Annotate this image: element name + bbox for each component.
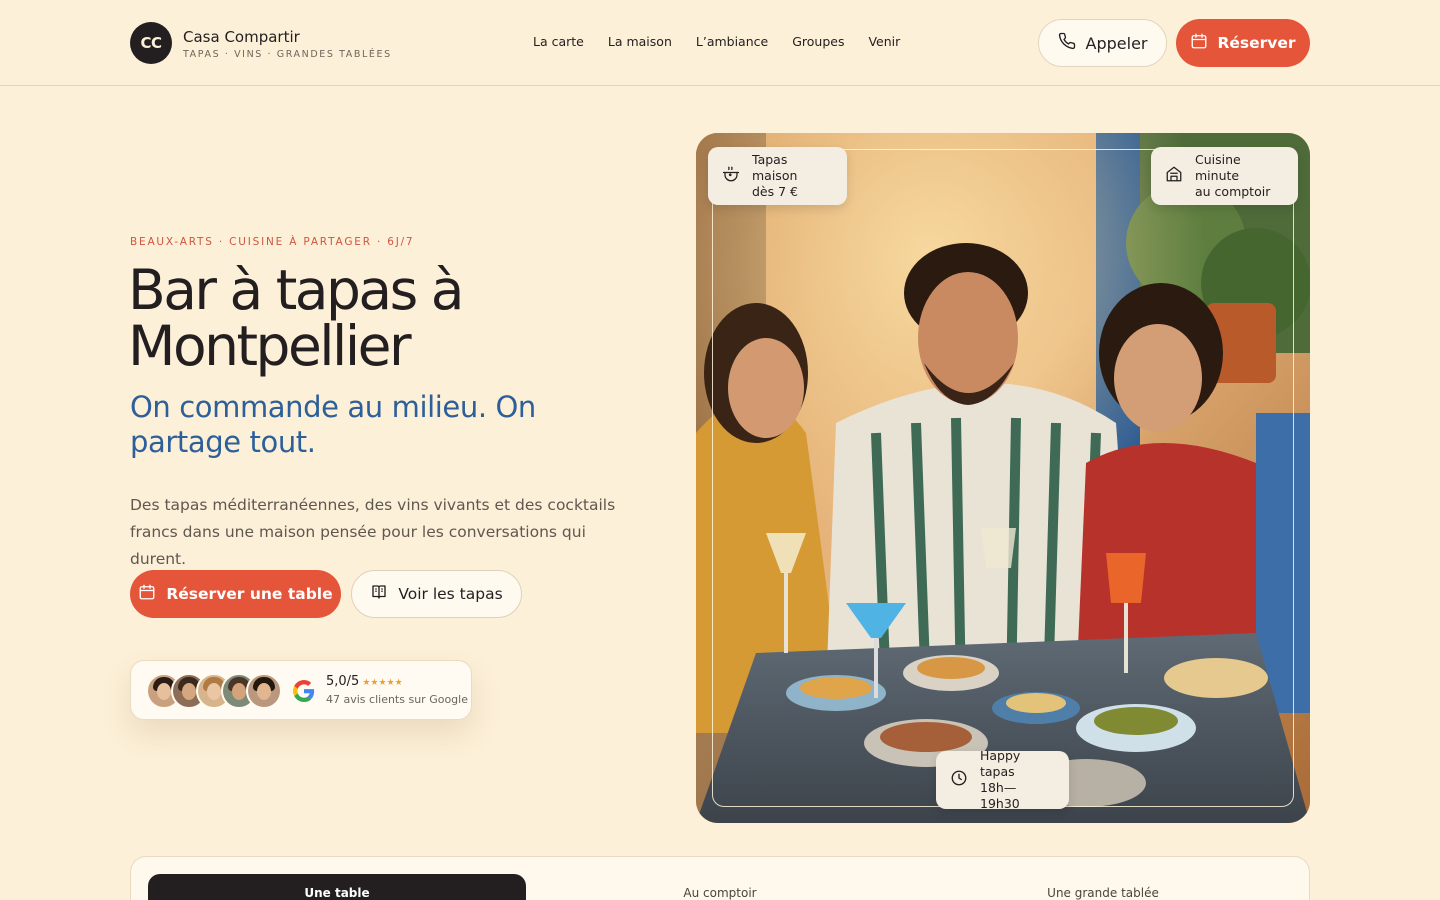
call-button[interactable]: Appeler — [1038, 19, 1167, 67]
menu-book-icon — [370, 583, 388, 605]
badge-tapas-price: Tapas maison dès 7 € — [708, 147, 847, 205]
book-button-label: Réserver — [1217, 34, 1296, 52]
hero-title: Bar à tapas à Montpellier — [128, 262, 598, 374]
badge-happy-hour-text: Happy tapas 18h—19h30 — [980, 748, 1055, 812]
book-button[interactable]: Réserver — [1176, 19, 1310, 67]
badge-line-1: Happy tapas — [980, 748, 1021, 779]
rating-score: 5,0/5 — [326, 674, 360, 689]
view-tapas-label: Voir les tapas — [398, 585, 503, 603]
reserve-table-label: Réserver une table — [166, 585, 333, 603]
calendar-icon — [1190, 32, 1208, 54]
nav-link-ambiance[interactable]: L’ambiance — [696, 34, 768, 49]
badge-line-1: Cuisine minute — [1195, 152, 1241, 183]
tab-au-comptoir[interactable]: Au comptoir — [531, 874, 909, 900]
site-header: CC Casa Compartir TAPAS · VINS · GRANDES… — [0, 0, 1440, 86]
clock-icon — [950, 769, 968, 791]
rating-count: 47 avis clients sur Google — [326, 693, 468, 706]
nav-link-venir[interactable]: Venir — [868, 34, 900, 49]
rating-stars: ★★★★★ — [362, 678, 403, 688]
nav-link-maison[interactable]: La maison — [608, 34, 672, 49]
hero-photo: Tapas maison dès 7 € Cuisine minute au c… — [696, 133, 1310, 823]
booking-type-tabs: Une table Au comptoir Une grande tablée — [130, 856, 1310, 900]
cooking-pot-icon — [722, 165, 740, 187]
google-icon — [293, 680, 315, 706]
hero-description: Des tapas méditerranéennes, des vins viv… — [130, 496, 616, 568]
nav-link-carte[interactable]: La carte — [533, 34, 584, 49]
badge-line-1: Tapas maison — [752, 152, 798, 183]
brand-tagline: TAPAS · VINS · GRANDES TABLÉES — [183, 48, 392, 60]
google-reviews-card[interactable]: 5,0/5 ★★★★★ 47 avis clients sur Google — [130, 660, 472, 720]
nav-link-groupes[interactable]: Groupes — [792, 34, 844, 49]
tab-grande-tablee[interactable]: Une grande tablée — [914, 874, 1292, 900]
hero-subtitle: On commande au milieu. On partage tout. — [130, 390, 536, 459]
storefront-icon — [1165, 165, 1183, 187]
hero-title-line-1: Bar à tapas à — [128, 258, 464, 322]
main-nav: La carte La maison L’ambiance Groupes Ve… — [533, 34, 900, 49]
badge-tapas-price-text: Tapas maison dès 7 € — [752, 152, 833, 200]
badge-line-2: au comptoir — [1195, 184, 1271, 199]
brand-logo: CC — [130, 22, 172, 64]
hero-title-line-2: Montpellier — [128, 314, 412, 378]
tab-une-table[interactable]: Une table — [148, 874, 526, 900]
hero-eyebrow: BEAUX-ARTS · CUISINE À PARTAGER · 6J/7 — [130, 236, 415, 248]
phone-icon — [1058, 32, 1076, 54]
avatar — [246, 673, 282, 709]
calendar-icon — [138, 583, 156, 605]
brand-name: Casa Compartir — [183, 27, 300, 46]
badge-kitchen-counter-text: Cuisine minute au comptoir — [1195, 152, 1284, 200]
rating-score-line: 5,0/5 ★★★★★ — [326, 674, 403, 689]
reserve-table-button[interactable]: Réserver une table — [130, 570, 341, 618]
photo-frame-border — [712, 149, 1294, 807]
badge-line-2: 18h—19h30 — [980, 780, 1020, 811]
badge-line-2: dès 7 € — [752, 184, 798, 199]
brand[interactable]: CC Casa Compartir TAPAS · VINS · GRANDES… — [130, 22, 392, 64]
call-button-label: Appeler — [1085, 33, 1148, 53]
badge-kitchen-counter: Cuisine minute au comptoir — [1151, 147, 1298, 205]
brand-text: Casa Compartir TAPAS · VINS · GRANDES TA… — [183, 27, 392, 60]
view-tapas-button[interactable]: Voir les tapas — [351, 570, 522, 618]
badge-happy-hour: Happy tapas 18h—19h30 — [936, 748, 1069, 812]
